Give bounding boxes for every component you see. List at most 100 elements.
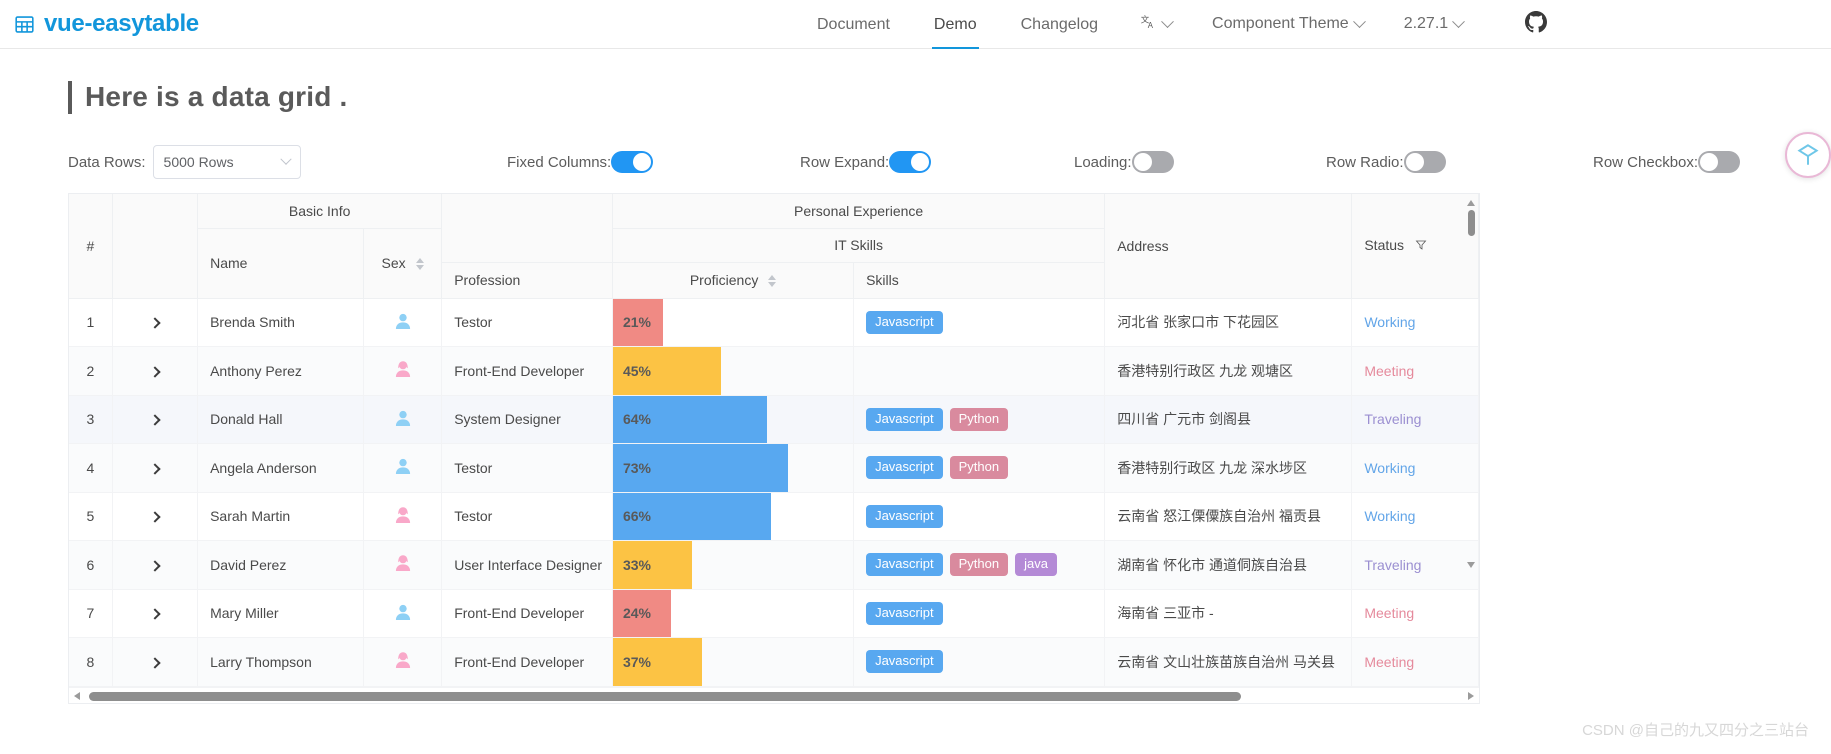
sort-icon[interactable] — [768, 275, 777, 288]
female-avatar-icon — [393, 555, 413, 576]
proficiency-bar: 33% — [612, 541, 692, 589]
github-icon[interactable] — [1525, 10, 1548, 38]
chevron-right-icon[interactable] — [149, 560, 161, 572]
table-row[interactable]: 5 Sarah Martin Testor 66% Javascript 云南省… — [69, 492, 1479, 541]
chevron-down-icon — [1161, 14, 1174, 28]
vertical-scrollbar[interactable] — [1467, 200, 1476, 568]
component-theme-dropdown[interactable]: Component Theme — [1192, 0, 1384, 49]
cell-expand[interactable] — [112, 298, 199, 347]
col-header-address[interactable]: Address — [1104, 194, 1353, 299]
col-header-proficiency[interactable]: Proficiency — [612, 262, 855, 299]
chevron-right-icon[interactable] — [149, 608, 161, 620]
chevron-right-icon[interactable] — [149, 463, 161, 475]
table-row[interactable]: 1 Brenda Smith Testor 21% Javascript 河北省… — [69, 298, 1479, 347]
proficiency-bar: 21% — [612, 298, 663, 346]
table-row[interactable]: 7 Mary Miller Front-End Developer 24% Ja… — [69, 589, 1479, 638]
row-radio-toggle[interactable] — [1403, 151, 1446, 173]
cell-expand[interactable] — [112, 492, 199, 541]
table-row[interactable]: 4 Angela Anderson Testor 73% Javascript P… — [69, 443, 1479, 493]
skill-tag[interactable]: java — [1015, 553, 1057, 577]
table-row[interactable]: 2 Anthony Perez Front-End Developer 45% … — [69, 346, 1479, 396]
data-grid-table: # Basic Info Personal Experience Address… — [69, 194, 1479, 687]
fixed-columns-control: Fixed Columns: — [507, 139, 654, 185]
chevron-right-icon[interactable] — [149, 414, 161, 426]
cell-expand[interactable] — [112, 443, 199, 493]
female-avatar-icon — [393, 652, 413, 673]
col-header-profession[interactable]: Profession — [441, 262, 613, 299]
brand-logo[interactable]: vue-easytable — [14, 10, 199, 38]
skill-tag[interactable]: Python — [949, 456, 1009, 480]
nav-link-document[interactable]: Document — [795, 0, 912, 49]
nav-link-changelog[interactable]: Changelog — [999, 0, 1120, 49]
nav-link-demo[interactable]: Demo — [912, 0, 999, 49]
loading-control: Loading: — [1074, 139, 1174, 185]
skill-tag[interactable]: Javascript — [866, 504, 943, 528]
floating-chat-widget[interactable] — [1785, 132, 1831, 178]
skill-tag[interactable]: Javascript — [866, 650, 943, 674]
title-accent-bar — [68, 80, 72, 114]
cell-name: Anthony Perez — [197, 346, 364, 396]
status-badge: Working — [1364, 508, 1416, 525]
cell-expand[interactable] — [112, 346, 199, 396]
table-row[interactable]: 3 Donald Hall System Designer 64% Javasc… — [69, 395, 1479, 444]
chevron-right-icon[interactable] — [149, 317, 161, 329]
skill-tag[interactable]: Javascript — [866, 553, 943, 577]
chevron-down-icon — [1452, 14, 1466, 28]
table-row[interactable]: 6 David Perez User Interface Designer 33… — [69, 540, 1479, 590]
cell-expand[interactable] — [112, 637, 199, 687]
col-header-name[interactable]: Name — [197, 228, 364, 299]
cell-skills: Javascript — [853, 298, 1106, 347]
skill-tag[interactable]: Python — [949, 407, 1009, 431]
cell-expand[interactable] — [112, 589, 199, 638]
translate-icon: 文 A — [1140, 14, 1157, 34]
table-grid-icon — [14, 14, 35, 35]
col-header-skills[interactable]: Skills — [853, 262, 1106, 299]
cell-address: 河北省 张家口市 下花园区 — [1104, 298, 1353, 347]
scroll-right-arrow-icon[interactable] — [1468, 691, 1474, 700]
scroll-left-arrow-icon[interactable] — [74, 691, 80, 700]
scroll-down-arrow-icon[interactable] — [1467, 562, 1475, 568]
table-row[interactable]: 8 Larry Thompson Front-End Developer 37%… — [69, 637, 1479, 687]
cell-status: Working — [1351, 492, 1479, 541]
cell-expand[interactable] — [112, 395, 199, 444]
horizontal-scroll-thumb[interactable] — [89, 691, 1241, 701]
cell-profession: System Designer — [441, 395, 613, 444]
fixed-columns-toggle[interactable] — [611, 151, 654, 173]
loading-toggle[interactable] — [1131, 151, 1174, 173]
cell-sex — [363, 589, 443, 638]
language-dropdown[interactable]: 文 A — [1120, 0, 1192, 49]
data-rows-control: Data Rows: 5000 Rows — [68, 139, 301, 185]
col-group-basic-info: Basic Info — [197, 194, 443, 229]
fixed-columns-label: Fixed Columns: — [507, 153, 612, 171]
row-expand-toggle[interactable] — [889, 151, 932, 173]
col-header-sex[interactable]: Sex — [363, 228, 443, 299]
skill-tag[interactable]: Javascript — [866, 407, 943, 431]
cell-index: 1 — [69, 298, 113, 347]
cell-sex — [363, 298, 443, 347]
skill-tag[interactable]: Javascript — [866, 310, 943, 334]
chevron-right-icon[interactable] — [149, 657, 161, 669]
status-badge: Working — [1364, 459, 1416, 476]
vertical-scroll-thumb[interactable] — [1468, 210, 1475, 236]
filter-icon[interactable] — [1415, 238, 1427, 254]
row-checkbox-toggle[interactable] — [1698, 151, 1741, 173]
cell-proficiency: 33% — [612, 540, 855, 590]
status-badge: Meeting — [1364, 653, 1415, 670]
data-rows-select[interactable]: 5000 Rows — [152, 145, 301, 179]
chevron-right-icon[interactable] — [149, 511, 161, 523]
cell-name: David Perez — [197, 540, 364, 590]
cell-expand[interactable] — [112, 540, 199, 590]
version-dropdown[interactable]: 2.27.1 — [1384, 0, 1483, 49]
skill-tag[interactable]: Javascript — [866, 456, 943, 480]
cell-sex — [363, 346, 443, 396]
horizontal-scrollbar[interactable] — [69, 686, 1479, 703]
col-header-status[interactable]: Status — [1351, 194, 1479, 299]
chevron-right-icon[interactable] — [149, 366, 161, 378]
skill-tag[interactable]: Javascript — [866, 601, 943, 625]
col-header-index[interactable]: # — [69, 194, 113, 299]
sort-icon[interactable] — [415, 258, 424, 271]
cell-proficiency: 66% — [612, 492, 855, 541]
scroll-up-arrow-icon[interactable] — [1467, 200, 1475, 206]
cell-address: 海南省 三亚市 - — [1104, 589, 1353, 638]
skill-tag[interactable]: Python — [949, 553, 1009, 577]
